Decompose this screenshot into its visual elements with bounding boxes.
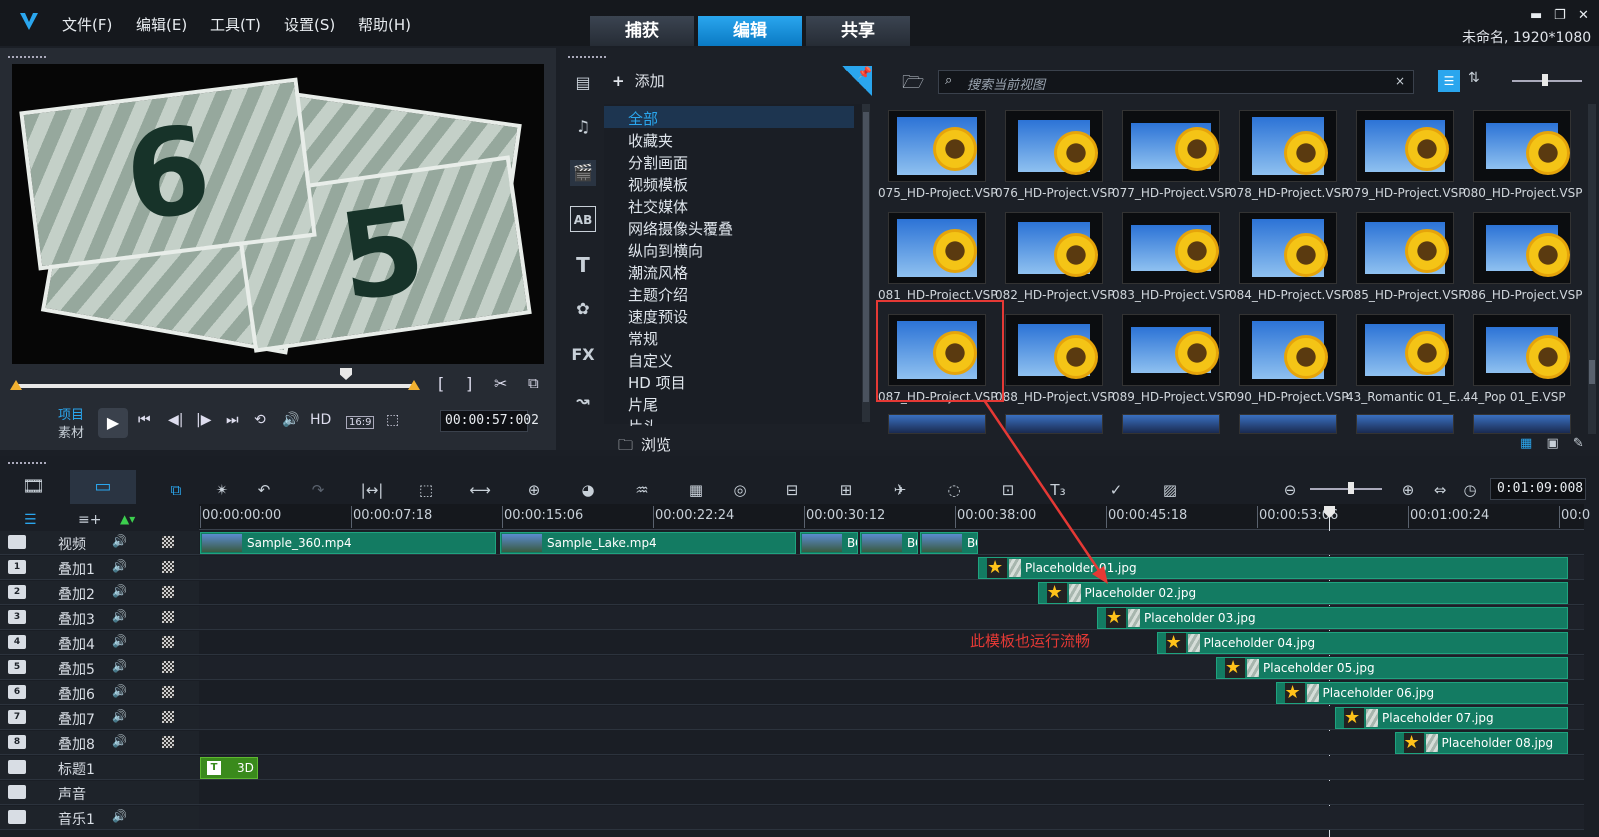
annotation-note: 此模板也运行流畅: [970, 632, 1091, 650]
annotation-arrow: [982, 399, 1108, 584]
